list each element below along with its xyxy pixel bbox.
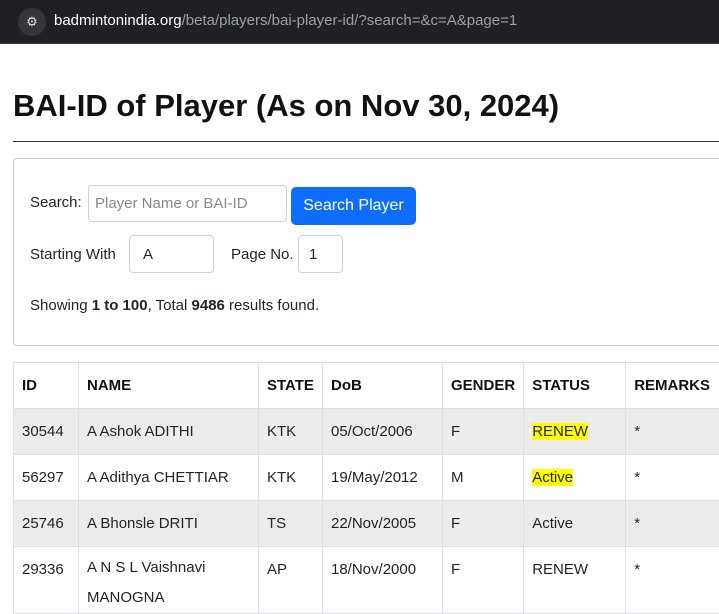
header-state: STATE [259, 363, 323, 409]
starting-with-input[interactable]: A [129, 235, 214, 273]
search-label: Search: [30, 194, 82, 211]
cell-dob: 18/Nov/2000 [323, 547, 443, 614]
cell-state: TS [259, 501, 323, 547]
cell-state: KTK [259, 409, 323, 455]
header-id: ID [14, 363, 79, 409]
site-settings-icon[interactable]: ⚙ [18, 8, 46, 36]
cell-name: A Bhonsle DRITI [79, 501, 259, 547]
table-row: 25746 A Bhonsle DRITI TS 22/Nov/2005 F A… [14, 501, 719, 547]
cell-dob: 19/May/2012 [323, 455, 443, 501]
cell-remarks: * [626, 409, 719, 455]
cell-gender: F [443, 409, 524, 455]
divider [13, 141, 719, 142]
cell-id: 56297 [14, 455, 79, 501]
cell-remarks: * [626, 455, 719, 501]
cell-id: 29336 [14, 547, 79, 614]
search-input[interactable]: Player Name or BAI-ID [88, 185, 287, 222]
header-gender: GENDER [443, 363, 524, 409]
cell-gender: M [443, 455, 524, 501]
cell-state: KTK [259, 455, 323, 501]
status-highlight: Active [532, 469, 573, 486]
status-highlight: RENEW [532, 423, 588, 440]
page-no-label: Page No. [231, 246, 294, 263]
table-row: 56297 A Adithya CHETTIAR KTK 19/May/2012… [14, 455, 719, 501]
table-header-row: ID NAME STATE DoB GENDER STATUS REMARKS [14, 363, 719, 409]
cell-gender: F [443, 547, 524, 614]
cell-state: AP [259, 547, 323, 614]
cell-remarks: * [626, 501, 719, 547]
cell-remarks: * [626, 547, 719, 614]
header-dob: DoB [323, 363, 443, 409]
cell-name: A Adithya CHETTIAR [79, 455, 259, 501]
cell-id: 30544 [14, 409, 79, 455]
page-title: BAI-ID of Player (As on Nov 30, 2024) [13, 88, 559, 124]
header-name: NAME [79, 363, 259, 409]
search-player-button[interactable]: Search Player [291, 187, 416, 225]
cell-dob: 22/Nov/2005 [323, 501, 443, 547]
cell-id: 25746 [14, 501, 79, 547]
url-field[interactable]: badmintonindia.org/beta/players/bai-play… [54, 12, 517, 29]
players-table: ID NAME STATE DoB GENDER STATUS REMARKS … [13, 362, 719, 614]
cell-name: A N S L Vaishnavi MANOGNA [79, 547, 259, 614]
table-row: 29336 A N S L Vaishnavi MANOGNA AP 18/No… [14, 547, 719, 614]
cell-status: RENEW [524, 409, 626, 455]
header-status: STATUS [524, 363, 626, 409]
cell-status: Active [524, 455, 626, 501]
cell-name: A Ashok ADITHI [79, 409, 259, 455]
page-no-input[interactable]: 1 [298, 235, 343, 273]
cell-gender: F [443, 501, 524, 547]
starting-with-label: Starting With [30, 246, 116, 263]
cell-dob: 05/Oct/2006 [323, 409, 443, 455]
cell-status: Active [524, 501, 626, 547]
header-remarks: REMARKS [626, 363, 719, 409]
browser-address-bar: ⚙ badmintonindia.org/beta/players/bai-pl… [0, 0, 719, 44]
table-row: 30544 A Ashok ADITHI KTK 05/Oct/2006 F R… [14, 409, 719, 455]
cell-status: RENEW [524, 547, 626, 614]
results-summary: Showing 1 to 100, Total 9486 results fou… [30, 297, 319, 314]
